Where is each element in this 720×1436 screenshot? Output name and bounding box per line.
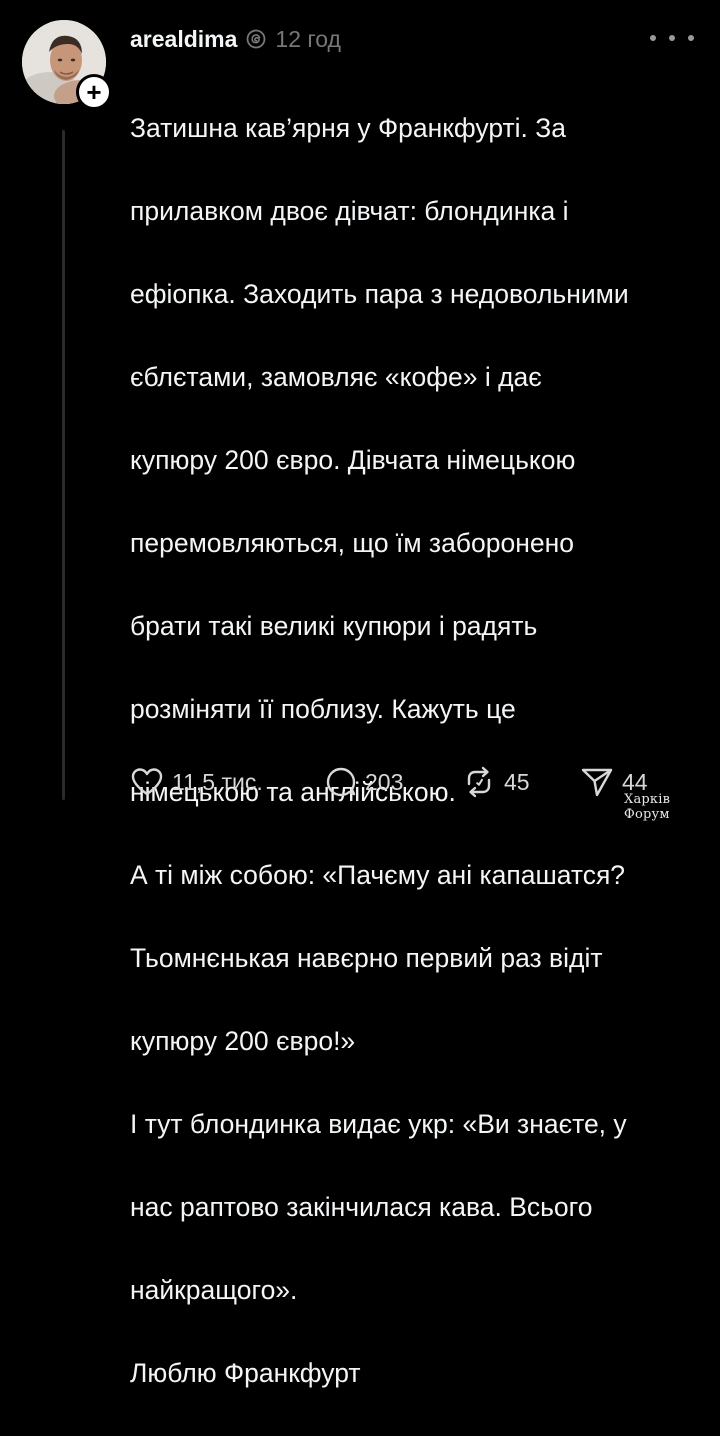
post-actions: 11,5 тис. 203 45 44 <box>130 760 648 804</box>
post-text-line: перемовляються, що їм заборонено <box>130 527 574 558</box>
post-text-line: єблєтами, замовляє «кофе» і дає <box>130 361 542 392</box>
post-text-line: І тут блондинка видає укр: «Ви знаєте, у <box>130 1108 627 1139</box>
threads-ai-badge-icon <box>245 28 267 50</box>
reply-count: 203 <box>365 768 404 795</box>
post-text: Затишна кав’ярня у Франкфурті. За прилав… <box>130 66 705 1436</box>
heart-icon <box>130 766 164 798</box>
thread-line <box>62 130 65 800</box>
post-text-line: брати такі великі купюри і радять <box>130 610 538 641</box>
post-text-line: прилавком двоє дівчат: блондинка і <box>130 195 569 226</box>
send-icon <box>580 766 614 798</box>
post-header: arealdima 12 год <box>130 22 341 56</box>
repost-count: 45 <box>504 768 530 795</box>
avatar-container: + <box>22 20 112 110</box>
like-button[interactable]: 11,5 тис. <box>130 766 325 798</box>
like-count: 11,5 тис. <box>172 768 263 795</box>
post-text-line: Затишна кав’ярня у Франкфурті. За <box>130 112 566 143</box>
watermark: Харків Форум <box>624 792 671 822</box>
post-text-line: Люблю Франкфурт <box>130 1357 361 1388</box>
timestamp: 12 год <box>275 25 341 52</box>
post-text-line: ефіопка. Заходить пара з недовольними <box>130 278 629 309</box>
reply-button[interactable]: 203 <box>325 766 462 798</box>
post-text-line: найкращого». <box>130 1274 298 1305</box>
post-text-line: нас раптово закінчилася кава. Всього <box>130 1191 593 1222</box>
dot <box>669 35 675 41</box>
repost-button[interactable]: 45 <box>462 766 580 798</box>
dot <box>688 35 694 41</box>
plus-icon: + <box>86 77 102 107</box>
dot <box>650 35 656 41</box>
username[interactable]: arealdima <box>130 26 237 53</box>
comment-icon <box>325 766 357 798</box>
post-text-line: купюру 200 євро. Дівчата німецькою <box>130 444 576 475</box>
post-text-line: розміняти її поблизу. Кажуть це <box>130 693 516 724</box>
follow-button[interactable]: + <box>76 74 112 110</box>
post-text-line: Тьомнєнькая навєрно первий раз відіт <box>130 942 603 973</box>
post-text-line: купюру 200 євро!» <box>130 1025 356 1056</box>
post-text-line: А ті між собою: «Пачєму ані капашатся? <box>130 859 626 890</box>
repost-icon <box>462 766 496 798</box>
thread-post: + arealdima 12 год Затишна кав’ярня у Фр… <box>0 0 720 1388</box>
more-dots-icon[interactable] <box>650 26 694 50</box>
